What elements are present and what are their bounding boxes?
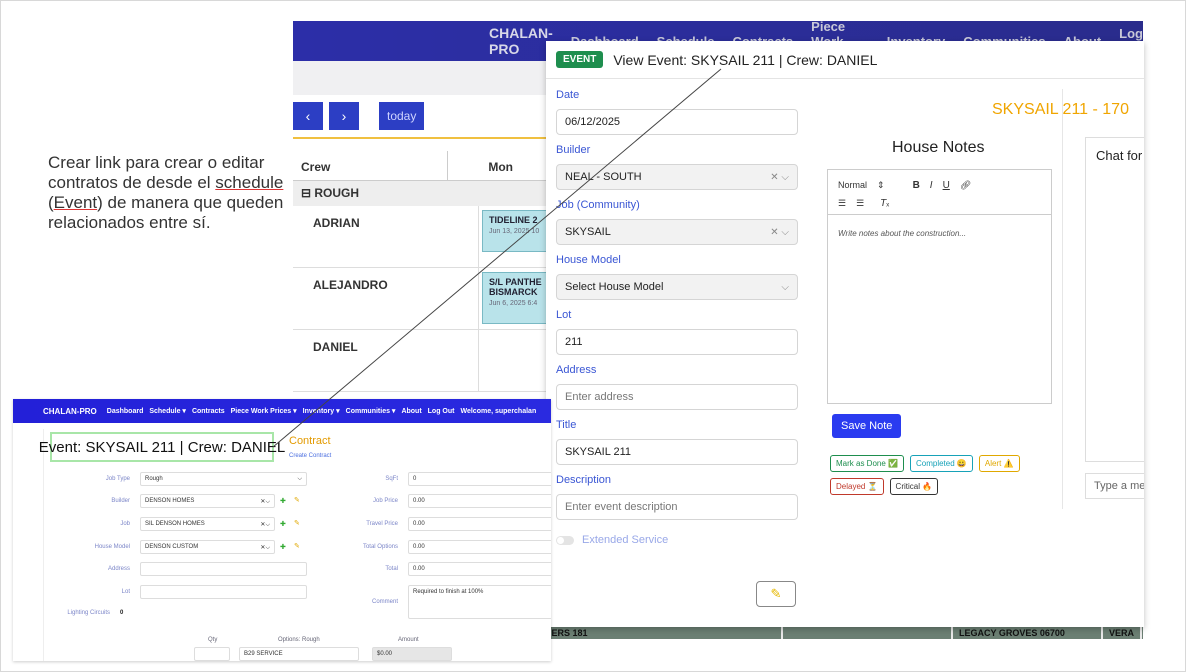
connector-line — [272, 68, 722, 448]
slide: CHALAN-PRO Dashboard Schedule Contracts … — [0, 0, 1186, 672]
